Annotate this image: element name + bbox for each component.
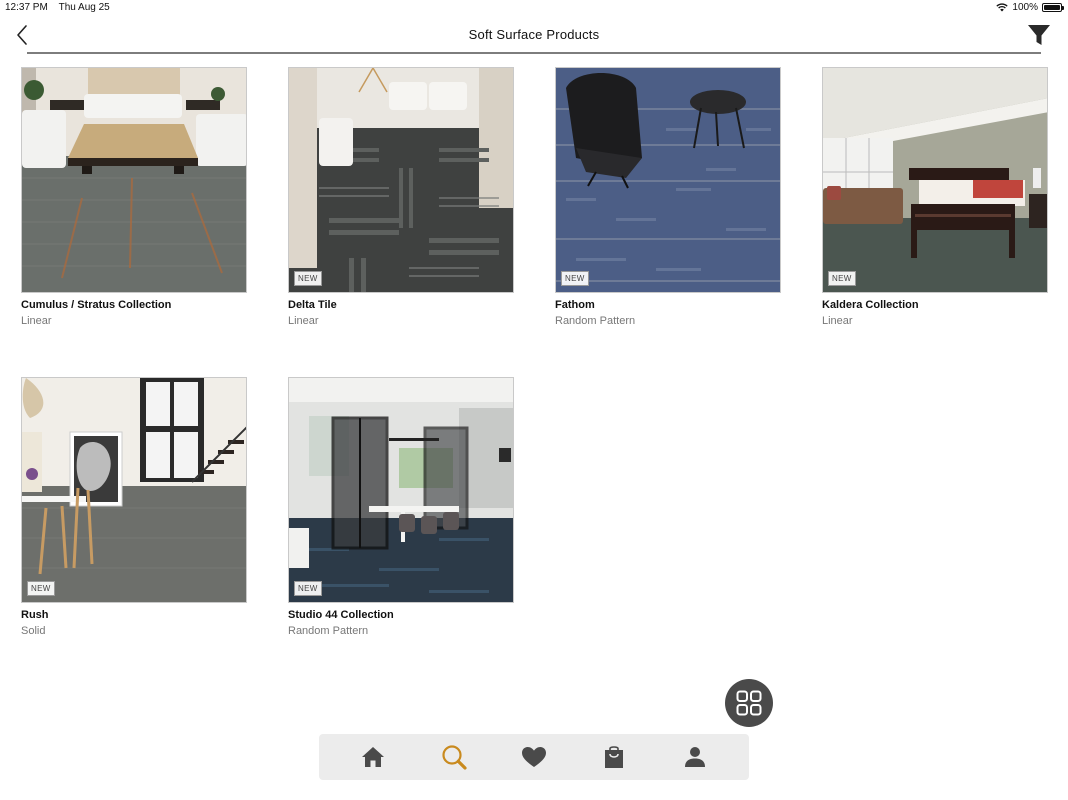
nav-bar: Soft Surface Products [0,16,1068,54]
grid-view-button[interactable] [725,679,773,727]
new-badge: NEW [828,271,856,286]
new-badge: NEW [27,581,55,596]
product-pattern: Linear [288,315,319,327]
battery-percent: 100% [1012,2,1038,13]
product-name: Delta Tile [288,299,337,311]
status-time: 12:37 PM [5,2,48,13]
user-icon [684,747,705,767]
product-image: NEW [288,377,514,603]
shopping-bag-icon [605,746,624,768]
tab-search[interactable] [434,737,474,777]
product-name: Cumulus / Stratus Collection [21,299,172,311]
product-pattern: Random Pattern [555,315,636,327]
product-card[interactable]: Cumulus / Stratus Collection Linear [21,67,247,327]
product-card[interactable]: NEW Rush Solid [21,377,247,637]
product-name: Kaldera Collection [822,299,919,311]
product-card[interactable]: NEW Studio 44 Collection Random Pattern [288,377,514,637]
product-image: NEW [288,67,514,293]
tab-bag[interactable] [594,737,634,777]
heart-icon [521,747,546,767]
product-pattern: Random Pattern [288,625,369,637]
tab-profile[interactable] [675,737,715,777]
new-badge: NEW [294,271,322,286]
new-badge: NEW [294,581,322,596]
product-card[interactable]: NEW Delta Tile Linear [288,67,514,327]
page-title: Soft Surface Products [468,27,600,42]
product-image: NEW [822,67,1048,293]
product-pattern: Solid [21,625,46,637]
product-name: Studio 44 Collection [288,609,394,621]
status-date: Thu Aug 25 [58,2,110,13]
tab-home[interactable] [353,737,393,777]
battery-icon [1042,3,1064,12]
product-image: NEW [21,377,247,603]
product-image: NEW [555,67,781,293]
grid-view-icon [736,690,762,716]
product-pattern: Linear [21,315,52,327]
home-icon [362,747,385,767]
new-badge: NEW [561,271,589,286]
search-icon [441,745,467,770]
product-pattern: Linear [822,315,853,327]
tab-favorites[interactable] [514,737,554,777]
filter-button[interactable] [1026,22,1052,48]
status-bar: 12:37 PM Thu Aug 25 100% [0,0,1068,16]
product-name: Rush [21,609,49,621]
wifi-icon [996,3,1009,12]
product-image [21,67,247,293]
filter-icon [1028,25,1050,45]
nav-divider [27,52,1041,54]
product-card[interactable]: NEW Fathom Random Pattern [555,67,781,327]
product-card[interactable]: NEW Kaldera Collection Linear [822,67,1048,327]
bottom-tab-bar [319,734,749,780]
product-name: Fathom [555,299,595,311]
